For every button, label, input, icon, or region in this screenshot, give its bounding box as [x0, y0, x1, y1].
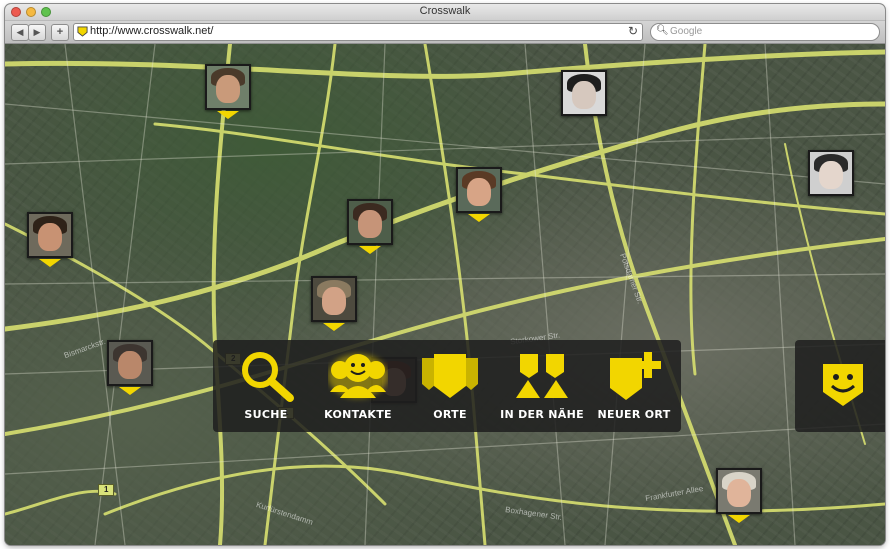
contact-photo [205, 64, 251, 110]
pin-arrow-icon [217, 111, 239, 119]
pin-arrow-icon [323, 323, 345, 331]
contact-photo [347, 199, 393, 245]
places-icon [422, 354, 478, 398]
menu-label: Kontakte [324, 408, 392, 421]
search-placeholder: Google [670, 26, 703, 37]
menu-item-neuer-ort[interactable]: Neuer Ort [589, 348, 679, 426]
contact-photo [561, 70, 607, 116]
contact-photo [456, 167, 502, 213]
pin-arrow-icon [39, 259, 61, 267]
main-menu: Suche Kontakte Orte [213, 340, 681, 432]
contact-photo [311, 276, 357, 322]
contact-photo [27, 212, 73, 258]
pin-arrow-icon [359, 246, 381, 254]
title-bar: Crosswalk [5, 4, 885, 21]
magnifier-icon [242, 352, 294, 402]
pin-arrow-icon [468, 214, 490, 222]
address-bar[interactable]: http://www.crosswalk.net/ ↻ [73, 23, 643, 41]
browser-toolbar: ◀ ▶ + http://www.crosswalk.net/ ↻ 🔍︎ Goo… [5, 21, 885, 44]
nearby-icon [516, 354, 568, 398]
add-bookmark-button[interactable]: + [51, 24, 69, 41]
menu-item-in-der-naehe[interactable]: In der Nähe [497, 348, 587, 426]
crosswalk-smiley-icon [823, 364, 863, 406]
window-title: Crosswalk [419, 5, 471, 17]
menu-item-orte[interactable]: Orte [405, 348, 495, 426]
contacts-icon [328, 354, 388, 398]
route-shield: 1 [98, 484, 115, 496]
menu-label: Neuer Ort [597, 408, 671, 421]
reload-icon[interactable]: ↻ [628, 24, 638, 38]
contact-photo [716, 468, 762, 514]
search-field[interactable]: 🔍︎ Google [650, 23, 880, 41]
menu-item-kontakte[interactable]: Kontakte [313, 348, 403, 426]
back-button[interactable]: ◀ [11, 24, 29, 41]
logo-panel[interactable] [795, 340, 885, 432]
contact-photo [107, 340, 153, 386]
search-icon: 🔍︎ [656, 25, 669, 36]
menu-label: Suche [244, 408, 288, 421]
pin-arrow-icon [119, 387, 141, 395]
city-map[interactable]: Bismarckstr. Storkower Str. Frankfurter … [5, 44, 885, 545]
menu-label: Orte [433, 408, 467, 421]
site-favicon-icon [77, 26, 88, 37]
url-text: http://www.crosswalk.net/ [90, 25, 214, 37]
forward-button[interactable]: ▶ [28, 24, 46, 41]
menu-item-suche[interactable]: Suche [221, 348, 311, 426]
pin-arrow-icon [728, 515, 750, 523]
contact-photo [808, 150, 854, 196]
menu-label: In der Nähe [500, 408, 584, 421]
browser-window: Crosswalk ◀ ▶ + http://www.crosswalk.net… [5, 4, 885, 545]
new-place-icon [610, 352, 661, 400]
